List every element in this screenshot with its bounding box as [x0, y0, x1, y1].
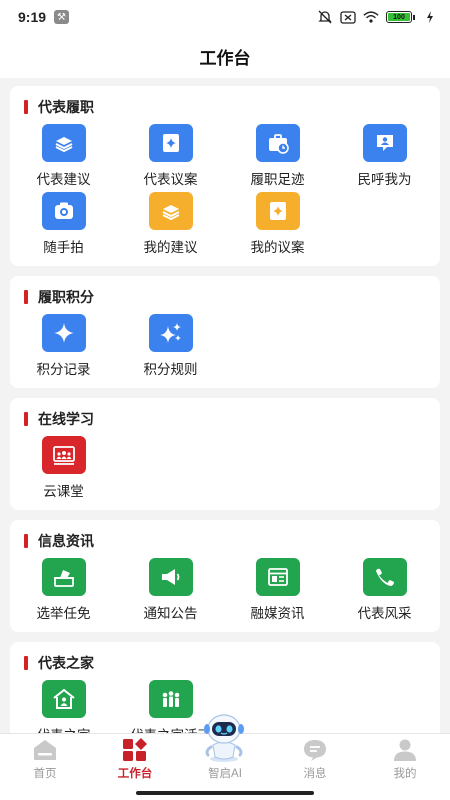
grid-item-label: 云课堂 [43, 484, 84, 499]
grid-item-label: 选举任免 [36, 606, 91, 621]
grid-item-elections[interactable]: 选举任免 [10, 556, 117, 624]
grid-item-points-record[interactable]: 积分记录 [10, 312, 117, 380]
grid-item-label: 民呼我为 [357, 172, 412, 187]
status-icons: 100 [317, 10, 438, 24]
tab-profile[interactable]: 我的 [360, 734, 450, 788]
tab-label: 首页 [33, 768, 57, 780]
star-sparkle-icon [41, 314, 86, 352]
section-header: 代表之家 [10, 654, 440, 672]
grid-item-notices[interactable]: 通知公告 [117, 556, 224, 624]
ballot-box-icon [41, 558, 86, 596]
grid-item-label: 履职足迹 [250, 172, 305, 187]
grid-item-rep-suggestions[interactable]: 代表建议 [10, 122, 117, 190]
robot-icon[interactable] [196, 709, 252, 765]
grid-item-rep-profiles[interactable]: 代表风采 [331, 556, 438, 624]
status-bar: 9:19 ⚒ 100 [0, 0, 450, 34]
section-duty-points: 履职积分 积分记录 积分规则 [10, 276, 440, 388]
section-marker [24, 290, 28, 304]
newspaper-icon [255, 558, 300, 596]
tab-messages[interactable]: 消息 [270, 734, 360, 788]
section-news-info: 信息资讯 选举任免 通知公告 融媒资讯 代表风采 [10, 520, 440, 632]
grid-item-label: 积分规则 [143, 362, 198, 377]
battery-level: 100 [388, 13, 410, 21]
section-marker [24, 656, 28, 670]
charging-icon [422, 10, 438, 24]
battery-icon: 100 [386, 11, 415, 23]
book-stack-icon [41, 124, 86, 162]
grid-item-my-motions[interactable]: 我的议案 [224, 190, 331, 258]
section-marker [24, 100, 28, 114]
workbench-icon [122, 738, 148, 762]
person-chat-icon [362, 124, 407, 162]
grid-item-label: 代表议案 [143, 172, 198, 187]
home-bar[interactable] [136, 791, 314, 795]
grid-item-label: 我的议案 [250, 240, 305, 255]
multi-sparkle-icon [148, 314, 193, 352]
grid-item-label: 代表风采 [357, 606, 412, 621]
section-header: 信息资讯 [10, 532, 440, 550]
grid-item-label: 随手拍 [43, 240, 84, 255]
grid-item-points-rules[interactable]: 积分规则 [117, 312, 224, 380]
classroom-icon [41, 436, 86, 474]
briefcase-clock-icon [255, 124, 300, 162]
grid-item-public-voice[interactable]: 民呼我为 [331, 122, 438, 190]
grid-item-label: 代表之家 [37, 724, 91, 733]
grid-item-my-suggestions[interactable]: 我的建议 [117, 190, 224, 258]
section-marker [24, 412, 28, 426]
grid-item-label: 代表建议 [36, 172, 91, 187]
page-title: 工作台 [199, 48, 251, 68]
mute-bell-icon [317, 10, 333, 24]
home-icon [32, 738, 58, 762]
tab-label: 智启AI [208, 768, 242, 780]
grid-item-label: 通知公告 [143, 606, 198, 621]
people-group-icon [148, 680, 193, 718]
tab-label: 我的 [393, 768, 417, 780]
house-icon [41, 680, 86, 718]
header: 工作台 [0, 34, 450, 78]
grid-item-label: 积分记录 [36, 362, 91, 377]
grid-item-rep-home[interactable]: 代表之家 [10, 678, 117, 733]
message-icon [302, 738, 328, 762]
content[interactable]: 代表履职 代表建议 代表议案 履职足迹 民呼我为 随手拍 我的建议 我的议案 履… [0, 78, 450, 733]
section-title: 代表履职 [38, 99, 94, 115]
tab-label: 消息 [303, 768, 327, 780]
section-representative-duties: 代表履职 代表建议 代表议案 履职足迹 民呼我为 随手拍 我的建议 我的议案 [10, 86, 440, 266]
camera-icon [41, 192, 86, 230]
grid-item-cloud-class[interactable]: 云课堂 [10, 434, 117, 502]
grid-item-label: 融媒资讯 [250, 606, 305, 621]
grid-item-rep-motions[interactable]: 代表议案 [117, 122, 224, 190]
section-title: 代表之家 [38, 655, 94, 671]
home-indicator [0, 787, 450, 800]
profile-icon [392, 738, 418, 762]
tab-workbench[interactable]: 工作台 [90, 734, 180, 788]
tab-home[interactable]: 首页 [0, 734, 90, 788]
wifi-icon [363, 10, 379, 24]
section-header: 在线学习 [10, 410, 440, 428]
book-stack-icon [148, 192, 193, 230]
grid-item-label: 我的建议 [143, 240, 198, 255]
section-marker [24, 534, 28, 548]
megaphone-icon [148, 558, 193, 596]
grid-item-media-news[interactable]: 融媒资讯 [224, 556, 331, 624]
section-online-learning: 在线学习 云课堂 [10, 398, 440, 510]
section-header: 履职积分 [10, 288, 440, 306]
section-title: 信息资讯 [38, 533, 94, 549]
no-sim-icon [340, 10, 356, 24]
grid-item-duty-footprint[interactable]: 履职足迹 [224, 122, 331, 190]
sparkle-doc-icon [148, 124, 193, 162]
grid-item-snapshot[interactable]: 随手拍 [10, 190, 117, 258]
section-header: 代表履职 [10, 98, 440, 116]
tab-label: 工作台 [117, 768, 153, 780]
status-time: 9:19 [18, 9, 47, 25]
wrench-icon: ⚒ [54, 10, 70, 24]
section-title: 在线学习 [38, 411, 94, 427]
sparkle-doc-icon [255, 192, 300, 230]
handshake-icon [362, 558, 407, 596]
section-title: 履职积分 [38, 289, 94, 305]
